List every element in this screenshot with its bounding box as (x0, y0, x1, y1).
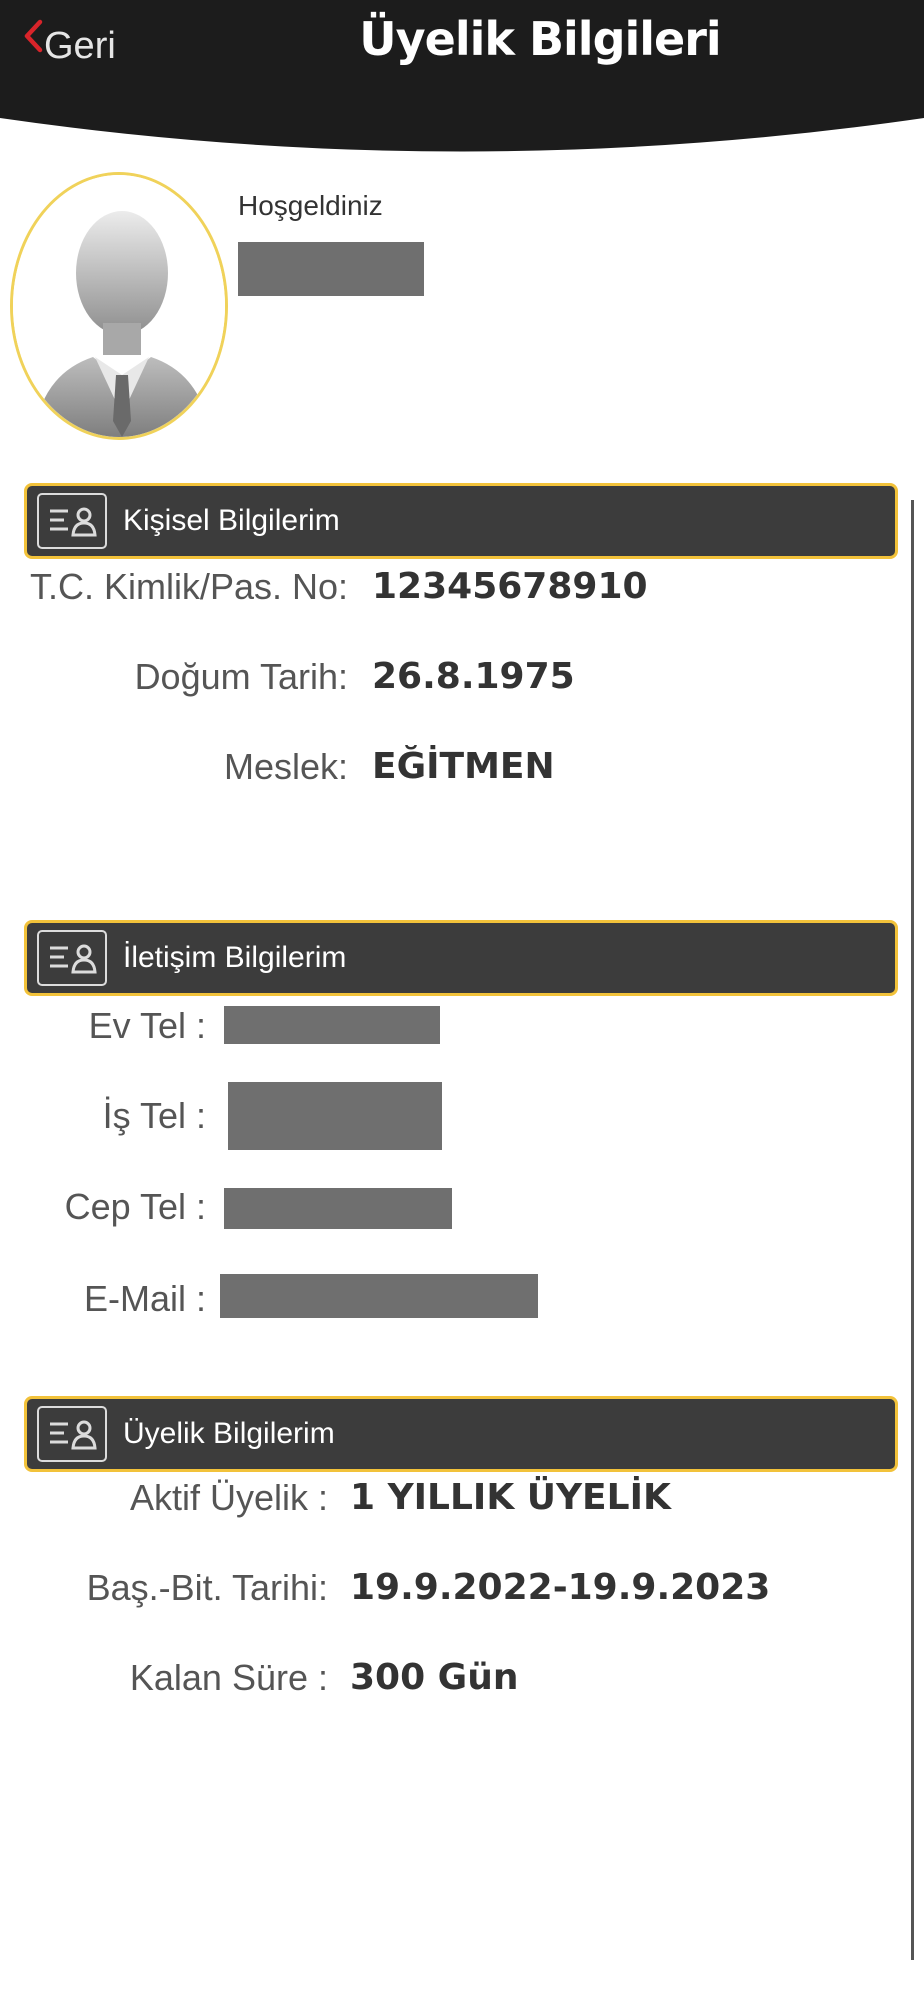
app-header: Geri Üyelik Bilgileri (0, 0, 924, 160)
field-value-occupation: EĞİTMEN (372, 746, 555, 787)
section-title-personal: Kişisel Bilgilerim (123, 504, 340, 537)
back-button[interactable]: Geri (22, 18, 116, 74)
field-label-mobile-phone: Cep Tel : (64, 1186, 206, 1227)
id-card-icon (37, 493, 107, 549)
field-value-active-membership: 1 YILLIK ÜYELİK (350, 1477, 671, 1518)
field-label-date-range: Baş.-Bit. Tarihi: (86, 1567, 328, 1608)
redacted-user-name (238, 242, 424, 296)
field-label-active-membership: Aktif Üyelik : (129, 1477, 328, 1518)
redacted-home-phone (224, 1006, 440, 1044)
field-label-home-phone: Ev Tel : (88, 1005, 206, 1046)
field-label-remaining: Kalan Süre : (129, 1657, 328, 1698)
scrollbar[interactable] (911, 500, 914, 1960)
field-value-date-range: 19.9.2022-19.9.2023 (350, 1567, 771, 1608)
redacted-email (220, 1274, 538, 1318)
field-label-tc: T.C. Kimlik/Pas. No: (29, 566, 348, 607)
field-label-birthdate: Doğum Tarih: (134, 656, 348, 697)
field-label-email: E-Mail : (83, 1278, 206, 1319)
section-title-membership: Üyelik Bilgilerim (123, 1417, 335, 1450)
redacted-mobile-phone (224, 1188, 452, 1229)
section-title-contact: İletişim Bilgilerim (123, 941, 347, 974)
page-title: Üyelik Bilgileri (359, 12, 721, 66)
welcome-text: Hoşgeldiniz (238, 190, 383, 221)
field-value-remaining: 300 Gün (350, 1657, 519, 1698)
field-value-birthdate: 26.8.1975 (372, 656, 575, 697)
user-silhouette-icon (13, 175, 225, 437)
avatar (10, 172, 228, 440)
field-value-tc: 12345678910 (372, 566, 648, 607)
field-label-occupation: Meslek: (223, 746, 348, 787)
field-label-work-phone: İş Tel : (102, 1095, 206, 1136)
section-header-contact: İletişim Bilgilerim (24, 920, 898, 996)
id-card-icon (37, 930, 107, 986)
section-header-membership: Üyelik Bilgilerim (24, 1396, 898, 1472)
back-button-label: Geri (44, 24, 116, 67)
redacted-work-phone (228, 1082, 442, 1150)
section-header-personal: Kişisel Bilgilerim (24, 483, 898, 559)
id-card-icon (37, 1406, 107, 1462)
